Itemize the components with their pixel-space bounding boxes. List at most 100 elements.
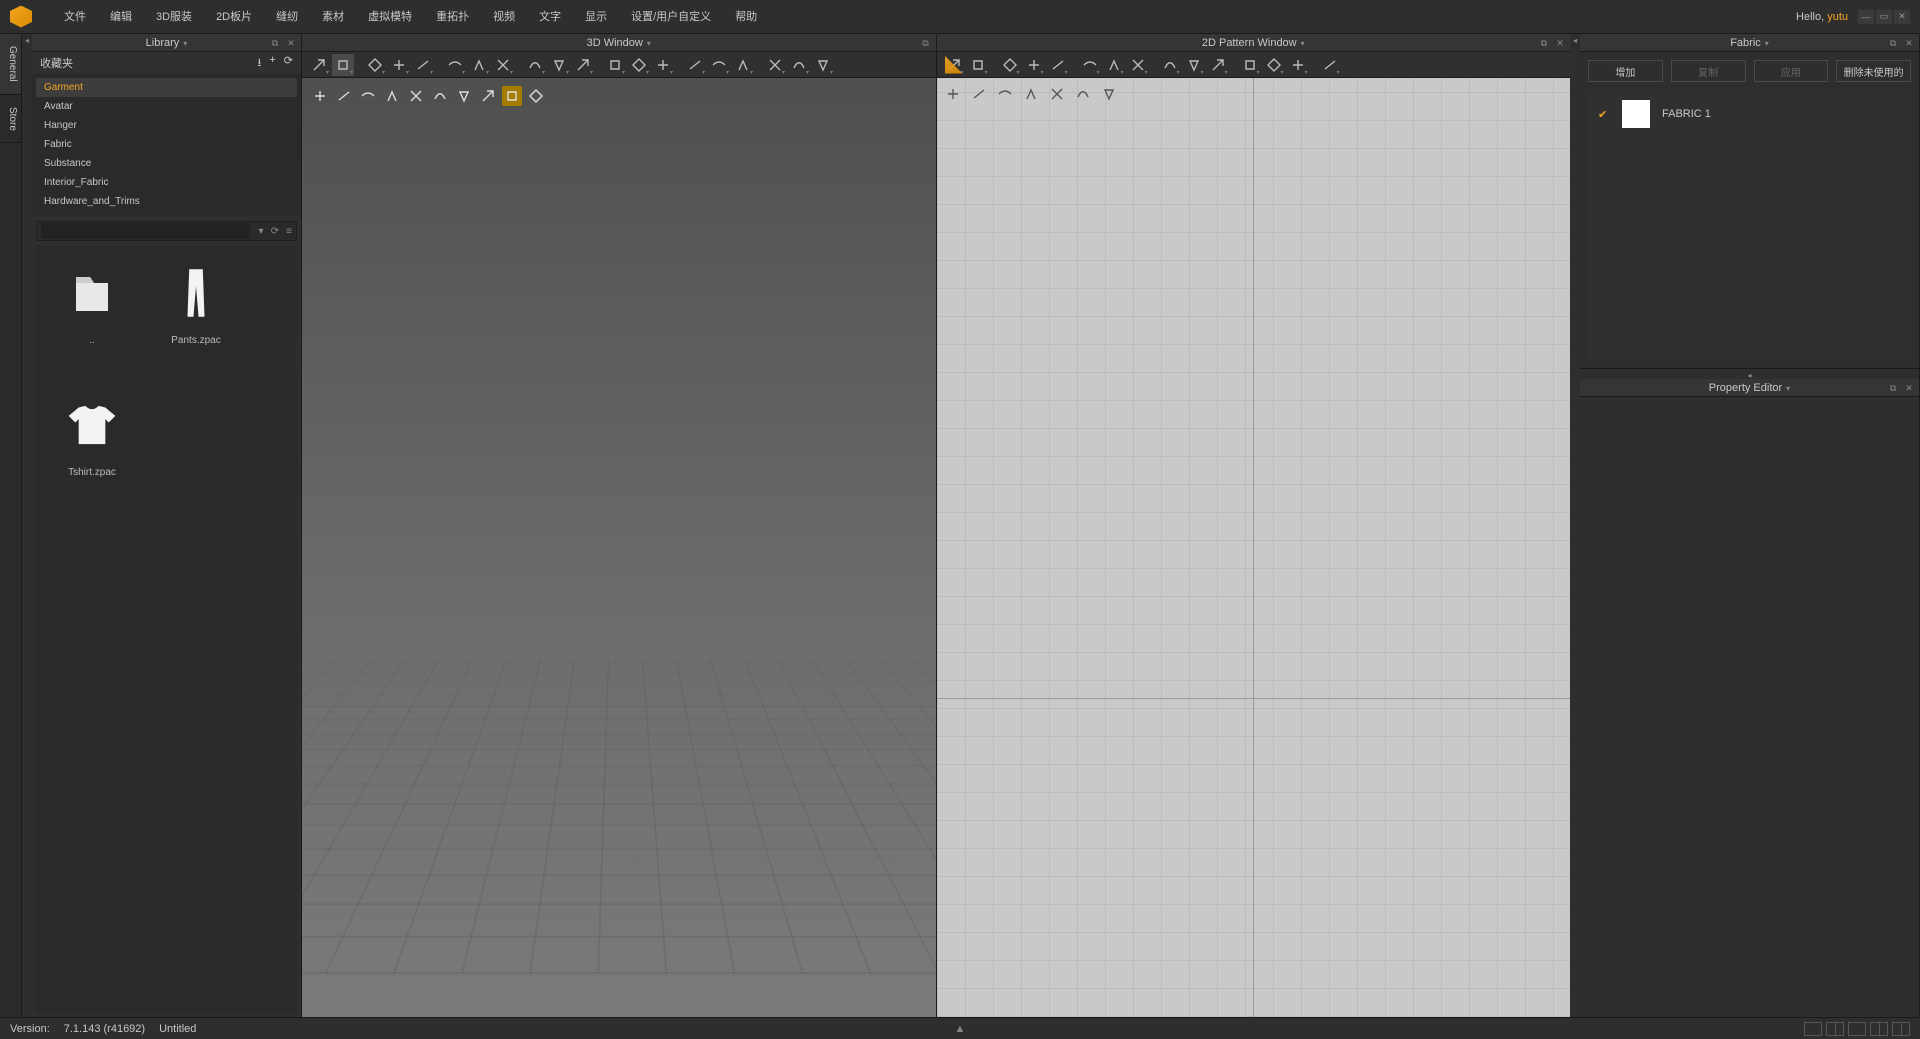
sb2d-btn-1[interactable] — [969, 84, 989, 104]
category-hardware_and_trims[interactable]: Hardware_and_Trims — [36, 192, 297, 211]
menu-显示[interactable]: 显示 — [573, 0, 619, 34]
tb2d-tool-3[interactable]: ▾ — [1023, 54, 1045, 76]
tb2d-tool-7[interactable]: ▾ — [1127, 54, 1149, 76]
tb2d-tool-2[interactable]: ▾ — [999, 54, 1021, 76]
layout-1-icon[interactable] — [1804, 1022, 1822, 1036]
tb3d-tool-2[interactable]: ▾ — [364, 54, 386, 76]
fabric-title[interactable]: Fabric — [1730, 37, 1769, 49]
sb2d-btn-0[interactable] — [943, 84, 963, 104]
side-tab-store[interactable]: Store — [0, 95, 21, 144]
thumb-Pants.zpac[interactable]: Pants.zpac — [150, 255, 242, 375]
menu-重拓扑[interactable]: 重拓扑 — [424, 0, 481, 34]
tb3d-tool-14[interactable]: ▾ — [684, 54, 706, 76]
sb2d-btn-3[interactable] — [1021, 84, 1041, 104]
side-tab-general[interactable]: General — [0, 34, 21, 95]
tb3d-tool-13[interactable]: ▾ — [652, 54, 674, 76]
category-hanger[interactable]: Hanger — [36, 116, 297, 135]
sb3d-btn-5[interactable] — [430, 86, 450, 106]
tb2d-tool-5[interactable]: ▾ — [1079, 54, 1101, 76]
download-icon[interactable]: ⭳ — [257, 54, 261, 73]
tb2d-tool-14[interactable]: ▾ — [1319, 54, 1341, 76]
minimize-button[interactable]: — — [1858, 10, 1874, 24]
layout-5-icon[interactable] — [1892, 1022, 1910, 1036]
3d-window-title[interactable]: 3D Window — [587, 37, 651, 49]
tb3d-tool-3[interactable]: ▾ — [388, 54, 410, 76]
fabric-swatch[interactable] — [1622, 100, 1650, 128]
sb3d-btn-8[interactable] — [502, 86, 522, 106]
menu-设置/用户自定义[interactable]: 设置/用户自定义 — [619, 0, 723, 34]
add-icon[interactable]: + — [269, 54, 275, 73]
tb2d-tool-11[interactable]: ▾ — [1239, 54, 1261, 76]
sb3d-btn-1[interactable] — [334, 86, 354, 106]
close-icon[interactable]: ✕ — [1903, 382, 1915, 394]
tb2d-tool-6[interactable]: ▾ — [1103, 54, 1125, 76]
sb3d-btn-6[interactable] — [454, 86, 474, 106]
thumb-..[interactable]: .. — [46, 255, 138, 375]
menu-素材[interactable]: 素材 — [310, 0, 356, 34]
close-icon[interactable]: ✕ — [285, 37, 297, 49]
tb3d-tool-0[interactable]: ▾ — [308, 54, 330, 76]
property-editor-title[interactable]: Property Editor — [1709, 382, 1790, 394]
sb3d-btn-4[interactable] — [406, 86, 426, 106]
tb2d-tool-9[interactable]: ▾ — [1183, 54, 1205, 76]
sb2d-btn-6[interactable] — [1099, 84, 1119, 104]
category-garment[interactable]: Garment — [36, 78, 297, 97]
sb2d-btn-4[interactable] — [1047, 84, 1067, 104]
category-avatar[interactable]: Avatar — [36, 97, 297, 116]
tb3d-tool-8[interactable]: ▾ — [524, 54, 546, 76]
sb3d-btn-0[interactable] — [310, 86, 330, 106]
tb3d-tool-18[interactable]: ▾ — [788, 54, 810, 76]
2d-window-title[interactable]: 2D Pattern Window — [1202, 37, 1305, 49]
category-fabric[interactable]: Fabric — [36, 135, 297, 154]
expand-up-icon[interactable]: ▲ — [955, 1023, 966, 1035]
maximize-button[interactable]: ▭ — [1876, 10, 1892, 24]
tb3d-tool-19[interactable]: ▾ — [812, 54, 834, 76]
sb2d-btn-2[interactable] — [995, 84, 1015, 104]
refresh-icon[interactable]: ⟳ — [284, 54, 293, 73]
menu-3D服装[interactable]: 3D服装 — [144, 0, 204, 34]
popout-icon[interactable]: ⧉ — [269, 37, 281, 49]
refresh-path-icon[interactable]: ⟳ — [268, 226, 282, 237]
popout-icon[interactable]: ⧉ — [920, 37, 932, 49]
layout-3-icon[interactable] — [1848, 1022, 1866, 1036]
tb2d-tool-12[interactable]: ▾ — [1263, 54, 1285, 76]
sb2d-btn-5[interactable] — [1073, 84, 1093, 104]
fabric-btn-3[interactable]: 删除未使用的 — [1836, 60, 1911, 82]
tb3d-tool-5[interactable]: ▾ — [444, 54, 466, 76]
close-icon[interactable]: ✕ — [1903, 37, 1915, 49]
tb2d-tool-4[interactable]: ▾ — [1047, 54, 1069, 76]
menu-帮助[interactable]: 帮助 — [723, 0, 769, 34]
sb3d-btn-9[interactable] — [526, 86, 546, 106]
tb3d-tool-10[interactable]: ▾ — [572, 54, 594, 76]
chevron-down-icon[interactable]: ▾ — [254, 226, 268, 237]
sb3d-btn-3[interactable] — [382, 86, 402, 106]
sb3d-btn-7[interactable] — [478, 86, 498, 106]
tb3d-tool-15[interactable]: ▾ — [708, 54, 730, 76]
tb3d-tool-12[interactable]: ▾ — [628, 54, 650, 76]
tb2d-tool-10[interactable]: ▾ — [1207, 54, 1229, 76]
expand-handle-mid[interactable]: ◂ — [1580, 369, 1919, 379]
fabric-item[interactable]: ✔ FABRIC 1 — [1598, 100, 1901, 128]
popout-icon[interactable]: ⧉ — [1538, 37, 1550, 49]
menu-文字[interactable]: 文字 — [527, 0, 573, 34]
menu-缝纫[interactable]: 缝纫 — [264, 0, 310, 34]
popout-icon[interactable]: ⧉ — [1887, 382, 1899, 394]
tb2d-tool-0[interactable]: ▾ — [943, 54, 965, 76]
tb3d-tool-4[interactable]: ▾ — [412, 54, 434, 76]
tb3d-tool-9[interactable]: ▾ — [548, 54, 570, 76]
popout-icon[interactable]: ⧉ — [1887, 37, 1899, 49]
expand-handle-right[interactable]: ◂ — [1570, 34, 1580, 1017]
fabric-btn-0[interactable]: 增加 — [1588, 60, 1663, 82]
thumb-Tshirt.zpac[interactable]: Tshirt.zpac — [46, 387, 138, 507]
menu-虚拟模特[interactable]: 虚拟模特 — [356, 0, 424, 34]
close-button[interactable]: ✕ — [1894, 10, 1910, 24]
tb3d-tool-1[interactable]: ▾ — [332, 54, 354, 76]
tb3d-tool-6[interactable]: ▾ — [468, 54, 490, 76]
tb3d-tool-7[interactable]: ▾ — [492, 54, 514, 76]
menu-编辑[interactable]: 编辑 — [98, 0, 144, 34]
category-interior_fabric[interactable]: Interior_Fabric — [36, 173, 297, 192]
menu-视频[interactable]: 视频 — [481, 0, 527, 34]
menu-文件[interactable]: 文件 — [52, 0, 98, 34]
close-icon[interactable]: ✕ — [1554, 37, 1566, 49]
tb2d-tool-8[interactable]: ▾ — [1159, 54, 1181, 76]
